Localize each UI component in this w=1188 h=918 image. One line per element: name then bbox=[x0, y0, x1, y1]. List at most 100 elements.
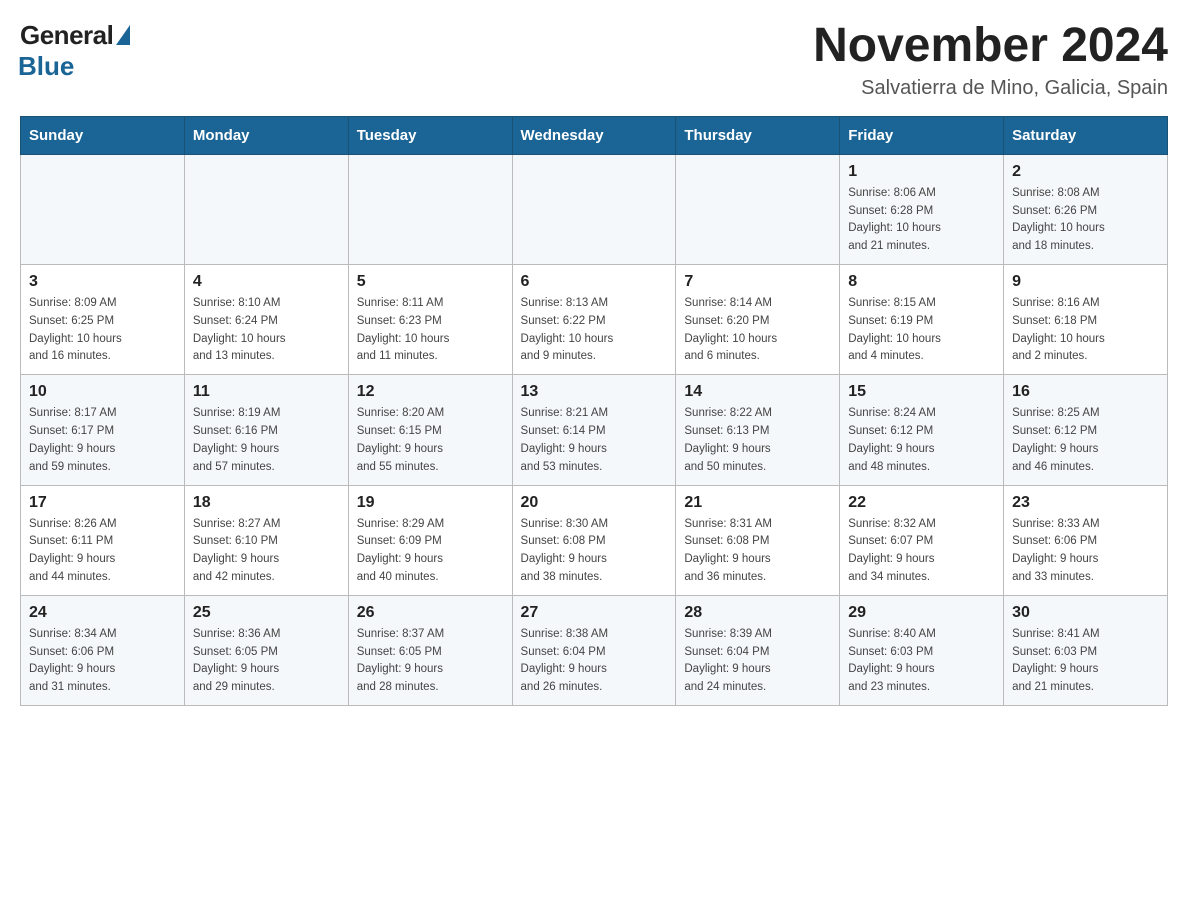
day-number: 13 bbox=[521, 383, 668, 401]
logo-blue-text: Blue bbox=[18, 51, 74, 82]
day-info: Sunrise: 8:31 AM Sunset: 6:08 PM Dayligh… bbox=[684, 516, 831, 587]
day-number: 17 bbox=[29, 494, 176, 512]
logo-triangle-icon bbox=[116, 25, 130, 45]
day-info: Sunrise: 8:30 AM Sunset: 6:08 PM Dayligh… bbox=[521, 516, 668, 587]
calendar-week-row: 3 Sunrise: 8:09 AM Sunset: 6:25 PM Daylig… bbox=[21, 265, 1168, 375]
day-number: 6 bbox=[521, 273, 668, 291]
day-number: 3 bbox=[29, 273, 176, 291]
calendar-cell: 15Sunrise: 8:24 AM Sunset: 6:12 PM Dayli… bbox=[840, 375, 1004, 485]
day-info: Sunrise: 8:40 AM Sunset: 6:03 PM Dayligh… bbox=[848, 626, 995, 697]
calendar-cell: 27Sunrise: 8:38 AM Sunset: 6:04 PM Dayli… bbox=[512, 595, 676, 705]
calendar-cell: 8Sunrise: 8:15 AM Sunset: 6:19 PM Daylig… bbox=[840, 265, 1004, 375]
day-number: 5 bbox=[357, 273, 504, 291]
day-info: Sunrise: 8:34 AM Sunset: 6:06 PM Dayligh… bbox=[29, 626, 176, 697]
day-number: 2 bbox=[1012, 163, 1159, 181]
calendar-cell: 16 Sunrise: 8:25 AM Sunset: 6:12 PM Dayli… bbox=[1004, 375, 1168, 485]
calendar-cell: 5 Sunrise: 8:11 AM Sunset: 6:23 PM Daylig… bbox=[348, 265, 512, 375]
calendar-cell: 17 Sunrise: 8:26 AM Sunset: 6:11 PM Dayli… bbox=[21, 485, 185, 595]
day-number: 24 bbox=[29, 604, 176, 622]
calendar-header-friday: Friday bbox=[840, 116, 1004, 154]
day-number: 21 bbox=[684, 494, 831, 512]
day-info: Sunrise: 8:19 AM Sunset: 6:16 PM Dayligh… bbox=[193, 405, 340, 476]
calendar-cell: 2 Sunrise: 8:08 AM Sunset: 6:26 PM Daylig… bbox=[1004, 154, 1168, 264]
day-info: Sunrise: 8:26 AM Sunset: 6:11 PM Dayligh… bbox=[29, 516, 176, 587]
calendar-cell: 7Sunrise: 8:14 AM Sunset: 6:20 PM Daylig… bbox=[676, 265, 840, 375]
calendar-header-monday: Monday bbox=[184, 116, 348, 154]
day-number: 11 bbox=[193, 383, 340, 401]
logo: General Blue bbox=[20, 20, 130, 82]
page-container: General Blue November 2024 Salvatierra d… bbox=[20, 20, 1168, 706]
day-number: 8 bbox=[848, 273, 995, 291]
calendar-cell bbox=[676, 154, 840, 264]
calendar-cell: 12 Sunrise: 8:20 AM Sunset: 6:15 PM Dayli… bbox=[348, 375, 512, 485]
day-info: Sunrise: 8:11 AM Sunset: 6:23 PM Dayligh… bbox=[357, 295, 504, 366]
day-info: Sunrise: 8:13 AM Sunset: 6:22 PM Dayligh… bbox=[521, 295, 668, 366]
header: General Blue November 2024 Salvatierra d… bbox=[20, 20, 1168, 100]
calendar-header-row: SundayMondayTuesdayWednesdayThursdayFrid… bbox=[21, 116, 1168, 154]
day-info: Sunrise: 8:38 AM Sunset: 6:04 PM Dayligh… bbox=[521, 626, 668, 697]
day-info: Sunrise: 8:21 AM Sunset: 6:14 PM Dayligh… bbox=[521, 405, 668, 476]
calendar-table: SundayMondayTuesdayWednesdayThursdayFrid… bbox=[20, 116, 1168, 706]
calendar-cell: 29 Sunrise: 8:40 AM Sunset: 6:03 PM Dayli… bbox=[840, 595, 1004, 705]
day-info: Sunrise: 8:27 AM Sunset: 6:10 PM Dayligh… bbox=[193, 516, 340, 587]
day-info: Sunrise: 8:06 AM Sunset: 6:28 PM Dayligh… bbox=[848, 185, 995, 256]
calendar-cell: 24 Sunrise: 8:34 AM Sunset: 6:06 PM Dayli… bbox=[21, 595, 185, 705]
title-block: November 2024 Salvatierra de Mino, Galic… bbox=[813, 20, 1168, 100]
day-info: Sunrise: 8:24 AM Sunset: 6:12 PM Dayligh… bbox=[848, 405, 995, 476]
day-info: Sunrise: 8:36 AM Sunset: 6:05 PM Dayligh… bbox=[193, 626, 340, 697]
day-number: 19 bbox=[357, 494, 504, 512]
day-number: 12 bbox=[357, 383, 504, 401]
calendar-cell: 26 Sunrise: 8:37 AM Sunset: 6:05 PM Dayli… bbox=[348, 595, 512, 705]
calendar-header-saturday: Saturday bbox=[1004, 116, 1168, 154]
day-number: 16 bbox=[1012, 383, 1159, 401]
day-number: 22 bbox=[848, 494, 995, 512]
calendar-cell: 6 Sunrise: 8:13 AM Sunset: 6:22 PM Daylig… bbox=[512, 265, 676, 375]
calendar-cell: 21 Sunrise: 8:31 AM Sunset: 6:08 PM Dayli… bbox=[676, 485, 840, 595]
day-info: Sunrise: 8:10 AM Sunset: 6:24 PM Dayligh… bbox=[193, 295, 340, 366]
calendar-cell: 23 Sunrise: 8:33 AM Sunset: 6:06 PM Dayli… bbox=[1004, 485, 1168, 595]
calendar-cell: 28Sunrise: 8:39 AM Sunset: 6:04 PM Dayli… bbox=[676, 595, 840, 705]
day-number: 29 bbox=[848, 604, 995, 622]
day-info: Sunrise: 8:41 AM Sunset: 6:03 PM Dayligh… bbox=[1012, 626, 1159, 697]
calendar-week-row: 17 Sunrise: 8:26 AM Sunset: 6:11 PM Dayli… bbox=[21, 485, 1168, 595]
day-number: 25 bbox=[193, 604, 340, 622]
day-number: 20 bbox=[521, 494, 668, 512]
day-info: Sunrise: 8:25 AM Sunset: 6:12 PM Dayligh… bbox=[1012, 405, 1159, 476]
day-number: 4 bbox=[193, 273, 340, 291]
day-number: 26 bbox=[357, 604, 504, 622]
day-number: 30 bbox=[1012, 604, 1159, 622]
logo-general-text: General bbox=[20, 20, 113, 51]
day-info: Sunrise: 8:33 AM Sunset: 6:06 PM Dayligh… bbox=[1012, 516, 1159, 587]
day-info: Sunrise: 8:16 AM Sunset: 6:18 PM Dayligh… bbox=[1012, 295, 1159, 366]
calendar-cell: 11 Sunrise: 8:19 AM Sunset: 6:16 PM Dayli… bbox=[184, 375, 348, 485]
calendar-header-tuesday: Tuesday bbox=[348, 116, 512, 154]
day-info: Sunrise: 8:08 AM Sunset: 6:26 PM Dayligh… bbox=[1012, 185, 1159, 256]
calendar-cell: 22 Sunrise: 8:32 AM Sunset: 6:07 PM Dayli… bbox=[840, 485, 1004, 595]
day-info: Sunrise: 8:14 AM Sunset: 6:20 PM Dayligh… bbox=[684, 295, 831, 366]
day-info: Sunrise: 8:39 AM Sunset: 6:04 PM Dayligh… bbox=[684, 626, 831, 697]
calendar-header-sunday: Sunday bbox=[21, 116, 185, 154]
calendar-header-wednesday: Wednesday bbox=[512, 116, 676, 154]
day-info: Sunrise: 8:37 AM Sunset: 6:05 PM Dayligh… bbox=[357, 626, 504, 697]
day-info: Sunrise: 8:20 AM Sunset: 6:15 PM Dayligh… bbox=[357, 405, 504, 476]
calendar-week-row: 1 Sunrise: 8:06 AM Sunset: 6:28 PM Daylig… bbox=[21, 154, 1168, 264]
day-number: 23 bbox=[1012, 494, 1159, 512]
calendar-week-row: 24 Sunrise: 8:34 AM Sunset: 6:06 PM Dayli… bbox=[21, 595, 1168, 705]
calendar-cell: 14Sunrise: 8:22 AM Sunset: 6:13 PM Dayli… bbox=[676, 375, 840, 485]
day-number: 9 bbox=[1012, 273, 1159, 291]
calendar-cell: 13 Sunrise: 8:21 AM Sunset: 6:14 PM Dayli… bbox=[512, 375, 676, 485]
day-info: Sunrise: 8:32 AM Sunset: 6:07 PM Dayligh… bbox=[848, 516, 995, 587]
day-info: Sunrise: 8:17 AM Sunset: 6:17 PM Dayligh… bbox=[29, 405, 176, 476]
calendar-cell: 10 Sunrise: 8:17 AM Sunset: 6:17 PM Dayli… bbox=[21, 375, 185, 485]
calendar-cell bbox=[512, 154, 676, 264]
day-number: 10 bbox=[29, 383, 176, 401]
day-number: 18 bbox=[193, 494, 340, 512]
calendar-cell bbox=[184, 154, 348, 264]
calendar-cell: 25 Sunrise: 8:36 AM Sunset: 6:05 PM Dayli… bbox=[184, 595, 348, 705]
day-number: 1 bbox=[848, 163, 995, 181]
calendar-cell: 4 Sunrise: 8:10 AM Sunset: 6:24 PM Daylig… bbox=[184, 265, 348, 375]
calendar-cell: 9 Sunrise: 8:16 AM Sunset: 6:18 PM Daylig… bbox=[1004, 265, 1168, 375]
day-info: Sunrise: 8:09 AM Sunset: 6:25 PM Dayligh… bbox=[29, 295, 176, 366]
month-title: November 2024 bbox=[813, 20, 1168, 73]
calendar-cell: 20 Sunrise: 8:30 AM Sunset: 6:08 PM Dayli… bbox=[512, 485, 676, 595]
